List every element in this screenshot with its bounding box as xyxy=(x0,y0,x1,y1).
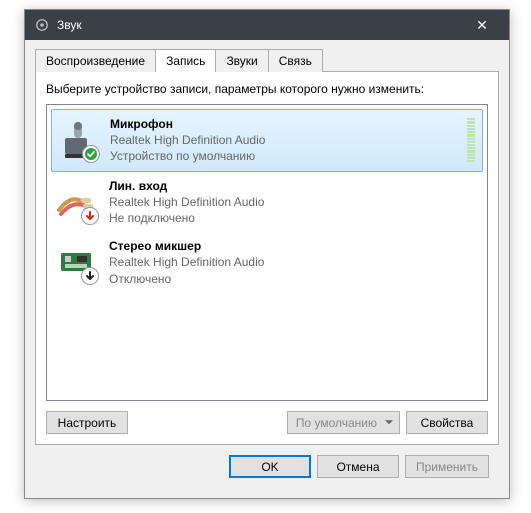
tab-strip: Воспроизведение Запись Звуки Связь xyxy=(35,48,499,71)
set-default-button[interactable]: По умолчанию xyxy=(287,411,400,434)
prompt-text: Выберите устройство записи, параметры ко… xyxy=(46,82,488,96)
configure-button[interactable]: Настроить xyxy=(46,411,128,434)
check-badge-icon xyxy=(82,145,100,163)
device-status: Устройство по умолчанию xyxy=(110,148,466,164)
device-list[interactable]: Микрофон Realtek High Definition Audio У… xyxy=(46,104,488,401)
dialog-button-row: OK Отмена Применить xyxy=(35,445,499,488)
ok-button[interactable]: OK xyxy=(229,455,311,478)
device-stereo-mix[interactable]: Стерео микшер Realtek High Definition Au… xyxy=(51,232,483,293)
properties-button[interactable]: Свойства xyxy=(406,411,488,434)
device-info: Микрофон Realtek High Definition Audio У… xyxy=(110,116,466,165)
client-area: Воспроизведение Запись Звуки Связь Выбер… xyxy=(25,40,509,498)
tab-recording[interactable]: Запись xyxy=(155,49,216,72)
device-name: Лин. вход xyxy=(109,178,477,194)
device-info: Стерео микшер Realtek High Definition Au… xyxy=(109,238,477,287)
recording-tabpanel: Выберите устройство записи, параметры ко… xyxy=(35,71,499,445)
close-icon: ✕ xyxy=(476,17,488,34)
window-title: Звук xyxy=(57,18,461,32)
tab-playback[interactable]: Воспроизведение xyxy=(35,49,156,72)
close-button[interactable]: ✕ xyxy=(461,10,503,40)
device-info: Лин. вход Realtek High Definition Audio … xyxy=(109,178,477,227)
arrow-down-black-icon xyxy=(81,267,99,285)
device-driver: Realtek High Definition Audio xyxy=(109,254,477,270)
device-name: Микрофон xyxy=(110,116,466,132)
tab-sounds[interactable]: Звуки xyxy=(215,49,268,72)
stereo-mix-icon xyxy=(55,240,99,284)
microphone-icon xyxy=(56,118,100,162)
sound-icon xyxy=(35,18,49,32)
titlebar[interactable]: Звук ✕ xyxy=(25,10,509,40)
cancel-button[interactable]: Отмена xyxy=(317,455,399,478)
device-driver: Realtek High Definition Audio xyxy=(110,132,466,148)
arrow-down-red-icon xyxy=(81,207,99,225)
device-name: Стерео микшер xyxy=(109,238,477,254)
apply-button[interactable]: Применить xyxy=(405,455,489,478)
panel-button-row: Настроить По умолчанию Свойства xyxy=(46,411,488,434)
sound-window: Звук ✕ Воспроизведение Запись Звуки Связ… xyxy=(24,9,510,499)
line-in-icon xyxy=(55,180,99,224)
device-driver: Realtek High Definition Audio xyxy=(109,194,477,210)
device-status: Отключено xyxy=(109,271,477,287)
device-status: Не подключено xyxy=(109,210,477,226)
tab-communications[interactable]: Связь xyxy=(268,49,323,72)
device-microphone[interactable]: Микрофон Realtek High Definition Audio У… xyxy=(51,109,483,172)
level-meter xyxy=(466,117,476,163)
device-line-in[interactable]: Лин. вход Realtek High Definition Audio … xyxy=(51,172,483,233)
